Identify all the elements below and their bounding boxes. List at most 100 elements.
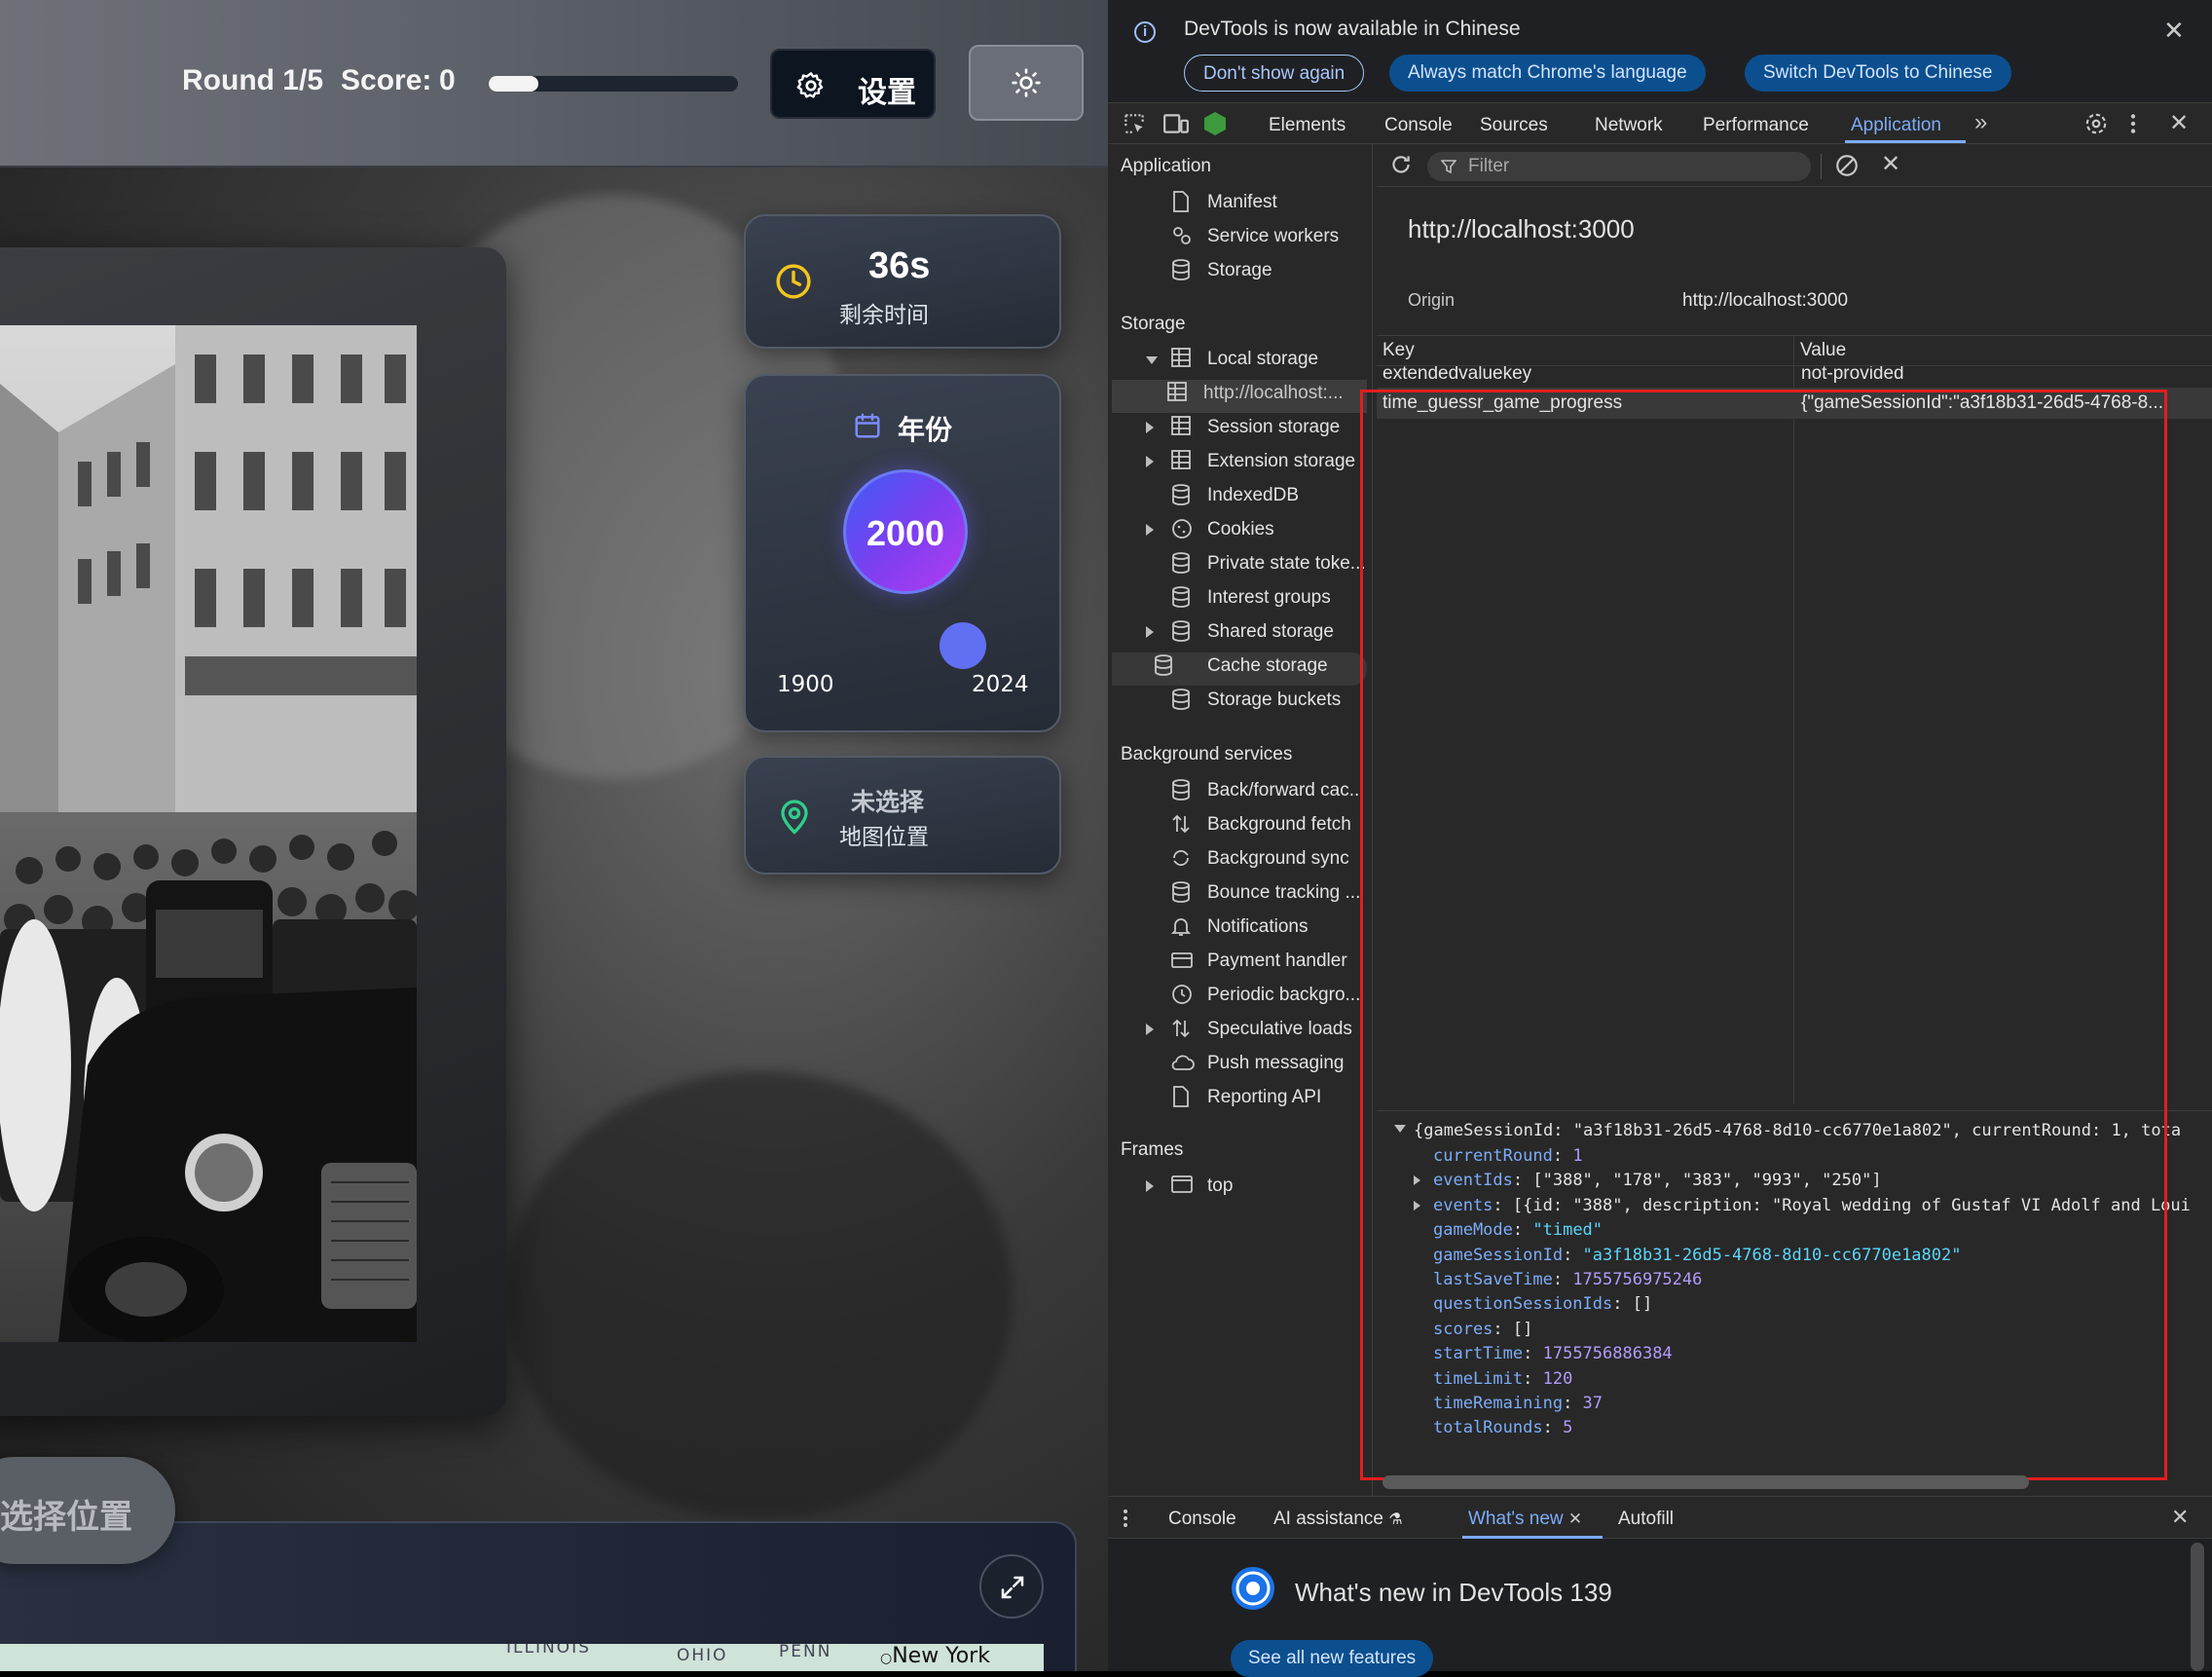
drawer-scrollbar[interactable] xyxy=(2191,1543,2204,1671)
sidebar-item-indexeddb[interactable]: IndexedDB xyxy=(1147,482,1371,515)
object-property[interactable]: eventIds: ["388", "178", "383", "993", "… xyxy=(1433,1169,1882,1192)
sidebar-item-manifest[interactable]: Manifest xyxy=(1147,189,1371,222)
sidebar-item-payment-handler[interactable]: Payment handler xyxy=(1147,948,1371,981)
sidebar-item-interest-groups[interactable]: Interest groups xyxy=(1147,584,1371,617)
year-card: 年份 2000 1900 2024 xyxy=(744,374,1061,732)
drawer-tab-ai-assistance[interactable]: AI assistance ⚗ xyxy=(1273,1509,1403,1530)
sidebar-item-bounce-tracking[interactable]: Bounce tracking ... xyxy=(1147,879,1371,913)
collapsed-arrow-icon[interactable] xyxy=(1146,456,1154,467)
delete-selected-icon[interactable]: ✕ xyxy=(1881,150,1900,178)
value-column-header[interactable]: Value xyxy=(1793,335,2212,366)
preview-scrollbar[interactable] xyxy=(1382,1475,2029,1489)
property-key: timeLimit xyxy=(1433,1368,1524,1389)
sidebar-item-private-state-tokens[interactable]: Private state toke... xyxy=(1147,550,1371,583)
drawer-tab-whats-new[interactable]: What's new ✕ xyxy=(1468,1509,1582,1530)
sidebar-item-reporting-api[interactable]: Reporting API xyxy=(1147,1084,1371,1117)
map-label: ○New York xyxy=(880,1644,990,1668)
collapsed-arrow-icon[interactable] xyxy=(1146,524,1154,536)
close-drawer-icon[interactable]: ✕ xyxy=(2171,1505,2189,1530)
tab-console[interactable]: Console xyxy=(1384,115,1453,136)
property-value: 1755756975246 xyxy=(1572,1270,1703,1289)
storage-toolbar: Filter ✕ xyxy=(1377,144,2212,187)
object-property: scores: [] xyxy=(1433,1319,1533,1339)
year-slider-thumb[interactable] xyxy=(940,622,986,669)
expanded-arrow-icon[interactable] xyxy=(1394,1125,1406,1133)
collapsed-arrow-icon[interactable] xyxy=(1146,422,1154,433)
sidebar-item-push-messaging[interactable]: Push messaging xyxy=(1147,1050,1371,1083)
collapsed-arrow-icon[interactable] xyxy=(1146,1180,1154,1192)
map-label: PENN xyxy=(779,1644,832,1661)
collapsed-arrow-icon[interactable] xyxy=(1146,1024,1154,1035)
key-column-header[interactable]: Key xyxy=(1377,335,1793,366)
expanded-arrow-icon[interactable] xyxy=(1146,356,1158,364)
object-property[interactable]: events: [{id: "388", description: "Royal… xyxy=(1433,1194,2191,1217)
close-icon[interactable]: ✕ xyxy=(2163,16,2185,46)
more-options-icon[interactable] xyxy=(2128,111,2138,136)
sidebar-item-speculative-loads[interactable]: Speculative loads xyxy=(1146,1016,1371,1049)
tab-application[interactable]: Application xyxy=(1851,115,1941,136)
sidebar-item-local-storage-origin[interactable]: http://localhost:... xyxy=(1112,380,1367,413)
more-tabs-icon[interactable]: » xyxy=(1974,109,1987,136)
calendar-icon xyxy=(855,413,880,438)
collapsed-arrow-icon[interactable] xyxy=(1414,1200,1420,1211)
sidebar-item-background-fetch[interactable]: Background fetch xyxy=(1147,811,1371,844)
property-value: 1755756886384 xyxy=(1542,1344,1673,1364)
map-label: ILLINOIS xyxy=(506,1644,591,1658)
sidebar-item-cookies[interactable]: Cookies xyxy=(1146,516,1371,549)
sidebar-item-local-storage[interactable]: Local storage xyxy=(1146,346,1371,379)
settings-button[interactable]: 设置 xyxy=(770,49,936,119)
database-icon xyxy=(1172,259,1190,280)
table-row-selected[interactable]: time_guessr_game_progress {"gameSessionI… xyxy=(1377,388,2212,419)
device-toolbar-icon[interactable] xyxy=(1162,111,1190,136)
collapsed-arrow-icon[interactable] xyxy=(1146,626,1154,638)
drawer-tab-autofill[interactable]: Autofill xyxy=(1618,1509,1674,1530)
expand-map-button[interactable] xyxy=(979,1554,1044,1619)
table-icon xyxy=(1167,382,1187,401)
select-location-button[interactable]: 选择位置 xyxy=(0,1457,175,1564)
see-all-features-button[interactable]: See all new features xyxy=(1231,1640,1434,1677)
sidebar-item-extension-storage[interactable]: Extension storage xyxy=(1146,448,1371,481)
switch-to-chinese-button[interactable]: Switch DevTools to Chinese xyxy=(1745,55,2011,92)
up-down-arrows-icon xyxy=(1172,814,1190,834)
tab-sources[interactable]: Sources xyxy=(1480,115,1548,136)
sidebar-item-service-workers[interactable]: Service workers xyxy=(1147,223,1371,256)
drawer-menu-icon[interactable] xyxy=(1122,1507,1129,1530)
active-tab-indicator xyxy=(1845,140,1966,143)
settings-gear-icon[interactable] xyxy=(2083,111,2109,136)
database-icon xyxy=(1172,689,1190,710)
top-bar: Round 1/5 Score: 0 设置 xyxy=(0,0,1108,168)
sidebar-item-session-storage[interactable]: Session storage xyxy=(1146,414,1371,447)
object-summary[interactable]: {gameSessionId: "a3f18b31-26d5-4768-8d10… xyxy=(1414,1119,2181,1142)
refresh-icon[interactable] xyxy=(1388,152,1414,177)
inspect-element-icon[interactable] xyxy=(1122,111,1147,136)
object-property: startTime: 1755756886384 xyxy=(1433,1344,1673,1364)
table-row[interactable]: extendedvaluekey not-provided xyxy=(1377,366,2212,388)
gears-icon xyxy=(1173,227,1191,244)
always-match-language-button[interactable]: Always match Chrome's language xyxy=(1389,55,1706,92)
sidebar-item-frame-top[interactable]: top xyxy=(1146,1173,1371,1206)
close-devtools-icon[interactable]: ✕ xyxy=(2169,109,2189,137)
node-icon[interactable] xyxy=(1203,111,1227,136)
tab-elements[interactable]: Elements xyxy=(1269,115,1346,136)
sidebar-item-storage-buckets[interactable]: Storage buckets xyxy=(1147,687,1371,720)
sidebar-item-background-sync[interactable]: Background sync xyxy=(1147,845,1371,878)
close-tab-icon: ✕ xyxy=(1567,1509,1583,1528)
filter-input[interactable]: Filter xyxy=(1427,152,1811,181)
sidebar-item-shared-storage[interactable]: Shared storage xyxy=(1146,618,1371,652)
map-tiles[interactable]: ILLINOIS OHIO PENN ○New York xyxy=(0,1644,1044,1671)
year-display: 2000 xyxy=(843,469,968,594)
dont-show-again-button[interactable]: Don't show again xyxy=(1184,55,1365,92)
sidebar-item-notifications[interactable]: Notifications xyxy=(1147,913,1371,947)
sidebar-item-periodic-background-sync[interactable]: Periodic backgro... xyxy=(1147,982,1371,1015)
drawer-tab-console[interactable]: Console xyxy=(1168,1509,1236,1530)
tab-network[interactable]: Network xyxy=(1595,115,1663,136)
tab-performance[interactable]: Performance xyxy=(1703,115,1809,136)
database-icon xyxy=(1172,881,1190,903)
clear-all-icon[interactable] xyxy=(1834,153,1860,178)
sidebar-item-storage[interactable]: Storage xyxy=(1147,257,1371,290)
cloud-icon xyxy=(1171,1055,1195,1070)
collapsed-arrow-icon[interactable] xyxy=(1414,1175,1420,1186)
sidebar-item-back-forward-cache[interactable]: Back/forward cac... xyxy=(1147,777,1371,810)
sidebar-item-cache-storage[interactable]: Cache storage xyxy=(1112,652,1367,686)
theme-toggle-button[interactable] xyxy=(969,45,1084,121)
